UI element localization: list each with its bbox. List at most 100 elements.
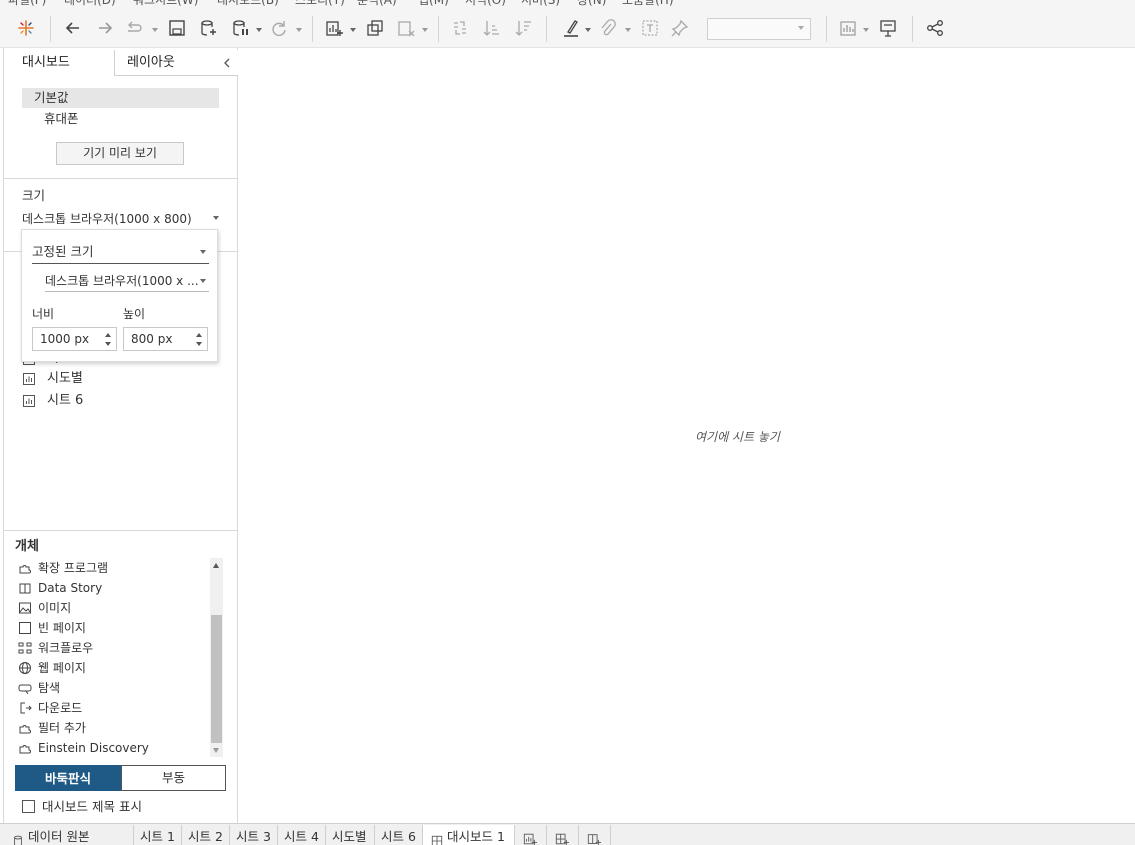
menu-story[interactable]: 스토리(T) xyxy=(295,0,345,8)
pause-updates-icon[interactable] xyxy=(228,16,252,40)
menu-dashboard[interactable]: 대시보드(B) xyxy=(217,0,279,8)
attach-icon[interactable] xyxy=(596,16,620,40)
sheet-item[interactable]: 시트 6 xyxy=(22,391,222,411)
undo-icon[interactable] xyxy=(61,16,85,40)
object-data-story[interactable]: Data Story xyxy=(16,578,206,598)
object-blank[interactable]: 빈 페이지 xyxy=(16,618,206,638)
attach-dropdown-icon[interactable] xyxy=(624,23,632,33)
tab-data-source[interactable]: 데이터 원본 xyxy=(0,825,134,845)
decrement-icon[interactable] xyxy=(105,342,111,346)
new-story-tab-button[interactable] xyxy=(579,825,611,845)
clear-dropdown-icon[interactable] xyxy=(421,23,429,33)
increment-icon[interactable] xyxy=(105,333,111,337)
tab-dashboard[interactable]: 대시보드 xyxy=(4,50,115,76)
menu-file[interactable]: 파일(F) xyxy=(8,0,46,8)
show-title-checkbox[interactable] xyxy=(22,800,35,813)
menu-worksheet[interactable]: 워크시트(W) xyxy=(133,0,198,8)
scrollbar-thumb[interactable] xyxy=(211,615,222,743)
dashboard-side-panel: 대시보드 레이아웃 기본값 휴대폰 기기 미리 보기 크기 데스크톱 브라우저(… xyxy=(3,48,238,823)
dashboard-canvas[interactable]: 여기에 시트 놓기 xyxy=(239,48,1135,823)
objects-list: 확장 프로그램 Data Story 이미지 빈 페이지 워크플로우 웹 페이지 xyxy=(16,557,226,757)
floating-toggle[interactable]: 부동 xyxy=(121,765,226,791)
refresh-dropdown-icon[interactable] xyxy=(295,23,303,33)
device-phone[interactable]: 휴대폰 xyxy=(22,109,219,129)
replay-icon[interactable] xyxy=(123,16,147,40)
menu-format[interactable]: 서식(O) xyxy=(465,0,506,8)
scroll-up-icon[interactable] xyxy=(213,563,219,568)
menu-map[interactable]: 맵(M) xyxy=(418,0,449,8)
pin-icon[interactable] xyxy=(668,16,692,40)
new-datasource-icon[interactable] xyxy=(196,16,220,40)
save-icon[interactable] xyxy=(165,16,189,40)
share-icon[interactable] xyxy=(923,16,947,40)
object-add-filter[interactable]: 필터 추가 xyxy=(16,718,206,738)
tableau-app: 파일(F) 데이터(D) 워크시트(W) 대시보드(B) 스토리(T) 분석(A… xyxy=(0,0,1135,845)
tab-sheet[interactable]: 시트 3 xyxy=(230,825,278,845)
datasource-dropdown-icon[interactable] xyxy=(255,23,263,33)
sort-asc-icon[interactable] xyxy=(480,16,504,40)
tab-sheet[interactable]: 시트 4 xyxy=(278,825,326,845)
increment-icon[interactable] xyxy=(196,333,202,337)
clear-icon[interactable] xyxy=(394,16,418,40)
panel-tabs: 대시보드 레이아웃 xyxy=(4,50,238,76)
redo-icon[interactable] xyxy=(93,16,117,40)
show-me-icon[interactable] xyxy=(836,16,860,40)
new-worksheet-tab-button[interactable] xyxy=(515,825,547,845)
tableau-logo-icon[interactable] xyxy=(14,16,38,40)
menu-window[interactable]: 창(N) xyxy=(577,0,606,8)
extension-icon xyxy=(18,561,32,575)
object-extension[interactable]: 확장 프로그램 xyxy=(16,558,206,578)
object-label: 탐색 xyxy=(38,681,61,695)
tiled-toggle[interactable]: 바둑판식 xyxy=(15,765,121,791)
object-download[interactable]: 다운로드 xyxy=(16,698,206,718)
tab-sheet[interactable]: 시트 2 xyxy=(182,825,230,845)
duplicate-icon[interactable] xyxy=(363,16,387,40)
replay-dropdown-icon[interactable] xyxy=(151,23,159,33)
object-label: Data Story xyxy=(38,581,103,595)
new-dashboard-tab-button[interactable] xyxy=(547,825,579,845)
size-select[interactable]: 데스크톱 브라우저(1000 x 800) xyxy=(22,210,222,227)
object-workflow[interactable]: 워크플로우 xyxy=(16,638,206,658)
swap-icon[interactable] xyxy=(448,16,472,40)
chevron-down-icon xyxy=(213,216,219,220)
toolbar xyxy=(0,8,1135,48)
device-default[interactable]: 기본값 xyxy=(22,88,219,108)
einstein-icon xyxy=(18,741,32,755)
new-worksheet-icon[interactable] xyxy=(322,16,346,40)
tab-dashboard-active[interactable]: 대시보드 1 xyxy=(423,825,515,845)
show-me-dropdown-icon[interactable] xyxy=(862,23,870,33)
highlight-icon[interactable] xyxy=(559,16,583,40)
collapse-panel-icon[interactable] xyxy=(220,56,234,70)
size-mode-select[interactable]: 고정된 크기 xyxy=(32,243,209,264)
fit-select[interactable] xyxy=(707,18,811,40)
tab-sheet[interactable]: 시트 6 xyxy=(375,825,423,845)
filter-extension-icon xyxy=(18,721,32,735)
menu-analysis[interactable]: 분석(A) xyxy=(357,0,397,8)
presentation-icon[interactable] xyxy=(876,16,900,40)
object-image[interactable]: 이미지 xyxy=(16,598,206,618)
size-preset-select[interactable]: 데스크톱 브라우저(1000 x ... xyxy=(45,273,209,292)
objects-scrollbar[interactable] xyxy=(210,558,223,757)
highlight-dropdown-icon[interactable] xyxy=(584,23,592,33)
show-dashboard-title-row[interactable]: 대시보드 제목 표시 xyxy=(22,798,232,816)
object-web-page[interactable]: 웹 페이지 xyxy=(16,658,206,678)
decrement-icon[interactable] xyxy=(196,342,202,346)
label-icon[interactable] xyxy=(638,16,662,40)
tab-sheet[interactable]: 시트 1 xyxy=(134,825,182,845)
scroll-down-icon[interactable] xyxy=(213,748,219,753)
sheet-item[interactable]: 시도별 xyxy=(22,369,222,389)
size-mode-value: 고정된 크기 xyxy=(32,244,94,259)
workflow-icon xyxy=(18,641,32,655)
new-sheet-dropdown-icon[interactable] xyxy=(349,23,357,33)
menu-data[interactable]: 데이터(D) xyxy=(64,0,116,8)
refresh-icon[interactable] xyxy=(267,16,291,40)
menu-help[interactable]: 도움말(H) xyxy=(622,0,674,8)
sort-desc-icon[interactable] xyxy=(512,16,536,40)
height-stepper[interactable]: 800 px xyxy=(123,327,208,351)
width-stepper[interactable]: 1000 px xyxy=(32,327,117,351)
device-preview-button[interactable]: 기기 미리 보기 xyxy=(56,142,184,165)
object-navigation[interactable]: 탐색 xyxy=(16,678,206,698)
tab-sheet[interactable]: 시도별 xyxy=(326,825,375,845)
menu-server[interactable]: 서버(S) xyxy=(521,0,560,8)
object-einstein-discovery[interactable]: Einstein Discovery xyxy=(16,738,206,758)
